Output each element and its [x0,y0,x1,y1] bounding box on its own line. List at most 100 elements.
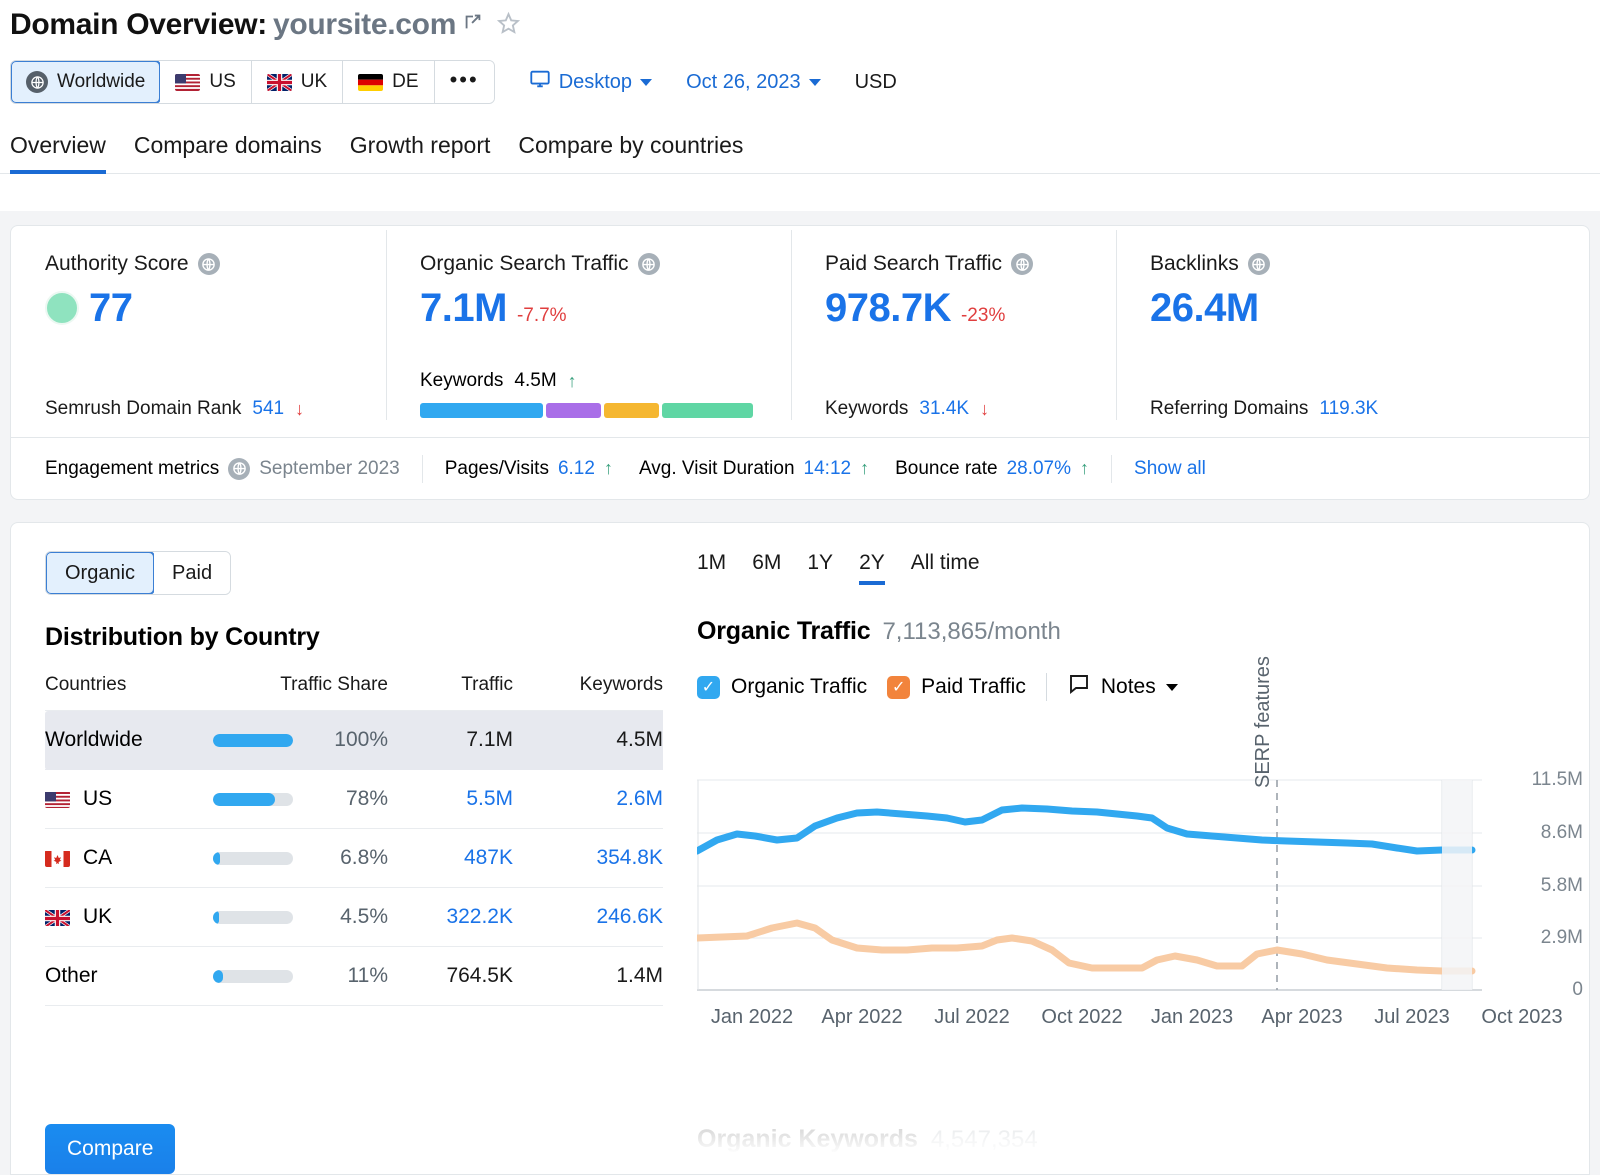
row-traffic-cell[interactable]: 5.5M [388,769,513,829]
row-keywords-cell[interactable]: 2.6M [513,769,663,829]
metrics-card: Authority Score 77 Semrush Domain Rank 5… [10,225,1590,500]
header-controls: Worldwide US UK DE ••• Desktop Oct 26, 2… [10,60,1600,104]
checkbox-checked-icon: ✓ [697,675,720,699]
geo-item-uk[interactable]: UK [251,61,344,103]
semrush-domain-rank: Semrush Domain Rank 541 ↓ [45,398,304,420]
organic-keywords-value[interactable]: 4.5M [514,370,556,392]
tab-compare-domains[interactable]: Compare domains [134,132,322,173]
column-header-traffic-share: Traffic Share [280,674,388,695]
bounce-rate-value: 28.07% [1006,457,1072,479]
paid-keywords-value[interactable]: 31.4K [919,398,969,420]
column-header-countries: Countries [45,674,127,695]
row-traffic-share-cell: 100% [198,710,388,770]
row-country-cell: Other [45,946,198,1006]
external-link-icon[interactable] [462,11,484,33]
traffic-share-bar [213,851,293,865]
row-traffic-cell: 764.5K [388,946,513,1006]
range-all-time[interactable]: All time [911,551,980,585]
notes-label: Notes [1100,675,1156,698]
chevron-down-icon [1165,683,1178,691]
metric-authority-score: Authority Score 77 Semrush Domain Rank 5… [11,226,386,438]
traffic-share-bar [213,969,293,983]
country-label: US [83,787,113,810]
range-2y[interactable]: 2Y [859,551,885,585]
row-keywords-cell: 1.4M [513,946,663,1006]
authority-score-value: 77 [89,286,133,330]
x-tick-label: Jul 2022 [934,1006,1010,1028]
y-tick-label: 11.5M [1531,769,1583,790]
flag-us-icon [45,791,70,808]
traffic-share-pct: 11% [347,964,388,987]
x-tick-label: Oct 2023 [1481,1006,1563,1028]
organic-traffic-monthly-value: 7,113,865/month [882,618,1061,645]
panel-inner: Organic Paid Distribution by Country Cou… [11,523,1589,1174]
tab-overview[interactable]: Overview [10,132,106,174]
range-6m[interactable]: 6M [752,551,781,585]
organic-traffic-title: Organic Traffic [697,617,871,645]
paid-traffic-value[interactable]: 978.7K [825,286,951,331]
table-row[interactable]: Other 11% 764.5K 1.4M [45,946,663,1006]
traffic-share-pct: 100% [334,728,388,751]
range-1y[interactable]: 1Y [807,551,833,585]
tab-compare-by-countries[interactable]: Compare by countries [518,132,743,173]
engagement-period: September 2023 [259,457,400,479]
legend-organic-traffic[interactable]: ✓ Organic Traffic [697,675,867,699]
referring-domains-value[interactable]: 119.3K [1319,398,1378,420]
metric-label-row: Authority Score [45,252,386,276]
device-label: Desktop [558,70,633,93]
time-range-selector: 1M 6M 1Y 2Y All time [697,551,1589,585]
page-header: Domain Overview: yoursite.com Worldwide [0,0,1600,104]
organic-traffic-value[interactable]: 7.1M [420,286,507,331]
date-selector[interactable]: Oct 26, 2023 [686,71,821,94]
country-distribution-table: Countries Traffic Share Traffic Keywords… [45,674,663,1006]
globe-icon [26,71,48,93]
show-all-link[interactable]: Show all [1134,458,1206,480]
toggle-paid[interactable]: Paid [154,552,231,594]
authority-score-gauge [45,291,79,325]
country-label: Worldwide [45,728,143,751]
date-label: Oct 26, 2023 [686,70,801,93]
table-row[interactable]: US 78% 5.5M 2.6M [45,769,663,829]
engagement-bounce-rate: Bounce rate 28.07% ↑ [895,458,1089,480]
paid-traffic-label: Paid Search Traffic [825,252,1003,275]
geo-item-more[interactable]: ••• [434,61,494,103]
pages-visits-value: 6.12 [557,457,595,479]
column-header-traffic: Traffic [461,674,513,695]
monitor-icon [529,68,551,96]
globe-icon [1011,253,1034,275]
compare-button[interactable]: Compare [45,1124,176,1174]
organic-keywords-label: Keywords [420,370,504,391]
x-tick-label: Apr 2023 [1261,1006,1343,1028]
tab-growth-report[interactable]: Growth report [350,132,491,173]
row-traffic-cell[interactable]: 487K [388,828,513,888]
distribution-column: Organic Paid Distribution by Country Cou… [11,523,671,1174]
legend-label: Paid Traffic [921,675,1026,698]
row-keywords-cell[interactable]: 354.8K [513,828,663,888]
metrics-grid: Authority Score 77 Semrush Domain Rank 5… [11,226,1589,438]
chart-x-axis: Jan 2022 Apr 2022 Jul 2022 Oct 2022 Jan … [697,1006,1577,1029]
row-traffic-cell[interactable]: 322.2K [388,887,513,947]
geo-item-de[interactable]: DE [343,61,435,103]
visit-duration-value: 14:12 [803,457,852,479]
arrow-down-icon: ↓ [295,398,305,419]
organic-traffic-chart-column: 1M 6M 1Y 2Y All time Organic Traffic 7,1… [671,523,1589,1174]
device-selector[interactable]: Desktop [529,68,653,96]
backlinks-value[interactable]: 26.4M [1150,286,1259,331]
row-keywords-cell[interactable]: 246.6K [513,887,663,947]
range-1m[interactable]: 1M [697,551,726,585]
toggle-organic[interactable]: Organic [46,552,156,594]
table-row[interactable]: UK 4.5% 322.2K 246.6K [45,887,663,947]
notes-dropdown[interactable]: Notes [1067,672,1178,702]
row-traffic-share-cell: 6.8% [198,828,388,888]
geo-item-worldwide[interactable]: Worldwide [10,61,162,103]
metric-label-row: Backlinks [1150,252,1589,276]
domain-rank-label: Semrush Domain Rank [45,398,242,419]
x-tick-label: Jul 2023 [1374,1006,1450,1028]
star-icon[interactable] [496,11,521,36]
table-row[interactable]: Worldwide 100% 7.1M 4.5M [45,710,663,770]
table-row[interactable]: CA 6.8% 487K 354.8K [45,828,663,888]
legend-paid-traffic[interactable]: ✓ Paid Traffic [887,675,1026,699]
domain-rank-value[interactable]: 541 [252,398,284,420]
column-header-keywords: Keywords [579,674,663,695]
geo-item-us[interactable]: US [160,61,252,103]
